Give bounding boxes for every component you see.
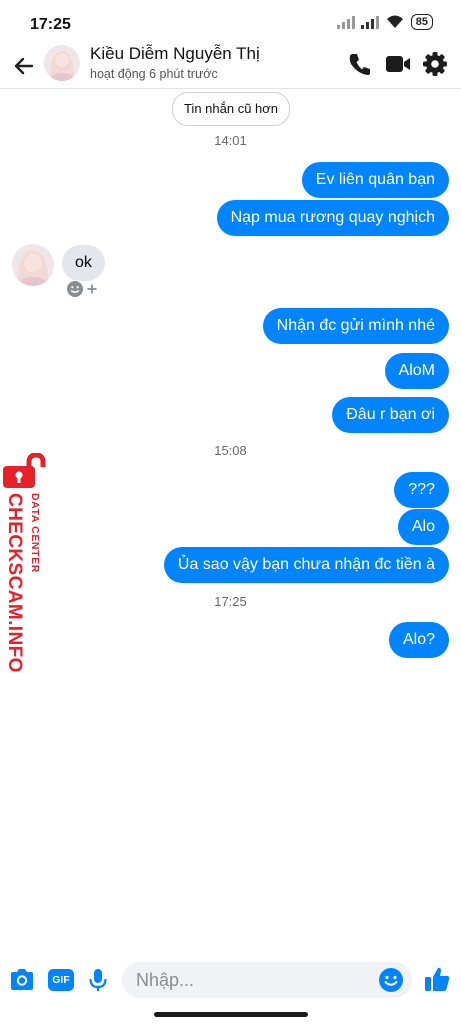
checkscam-watermark: DATA CENTER CHECKSCAM.INFO (2, 453, 50, 675)
outgoing-message[interactable]: ??? (394, 472, 449, 508)
timestamp: 14:01 (214, 133, 247, 148)
outgoing-message[interactable]: AloM (384, 353, 449, 389)
outgoing-message[interactable]: Nhận đc gửi mình nhé (262, 308, 449, 344)
sender-avatar[interactable] (12, 244, 54, 286)
wifi-icon (386, 15, 403, 28)
outgoing-message[interactable]: Đâu r bạn ơi (332, 397, 449, 433)
home-indicator (154, 1012, 308, 1017)
contact-avatar[interactable] (44, 45, 80, 81)
message-composer: GIF Nhập... (0, 956, 461, 1006)
signal-icon (336, 16, 355, 29)
plus-icon (87, 284, 97, 294)
back-arrow-icon[interactable] (10, 52, 38, 80)
chat-header: Kiều Diễm Nguyễn Thị hoạt động 6 phút tr… (0, 44, 461, 89)
camera-icon[interactable] (8, 966, 36, 994)
watermark-line2: CHECKSCAM.INFO (4, 493, 25, 673)
gif-button[interactable]: GIF (48, 969, 74, 991)
status-icons: 85 (336, 14, 433, 30)
phone-call-icon[interactable] (346, 50, 374, 78)
thumbs-up-icon[interactable] (422, 964, 452, 994)
contact-status: hoạt động 6 phút trước (90, 67, 218, 81)
status-time: 17:25 (30, 16, 71, 33)
video-call-icon[interactable] (384, 50, 412, 78)
outgoing-message[interactable]: Alo (397, 509, 449, 545)
smiley-icon (67, 281, 83, 297)
gear-icon[interactable] (421, 50, 449, 78)
messenger-chat-screen: 17:25 85 Kiều Diễm Nguyễn Thị hoạt động … (0, 0, 461, 1024)
status-bar: 17:25 85 (0, 0, 461, 48)
outgoing-message[interactable]: Ủa sao vậy bạn chưa nhận đc tiền à (163, 547, 449, 583)
message-input-placeholder: Nhập... (136, 970, 195, 990)
timestamp: 15:08 (214, 443, 247, 458)
timestamp: 17:25 (214, 594, 247, 609)
older-messages-button[interactable]: Tin nhắn cũ hơn (172, 92, 290, 126)
outgoing-message[interactable]: Alo? (388, 622, 449, 658)
microphone-icon[interactable] (84, 966, 112, 994)
add-reaction-button[interactable] (66, 280, 102, 298)
message-input[interactable]: Nhập... (122, 962, 412, 998)
outgoing-message[interactable]: Nạp mua rương quay nghịch (216, 200, 449, 236)
watermark-line1: DATA CENTER (29, 493, 41, 573)
outgoing-message[interactable]: Ev liên quân bạn (301, 162, 449, 198)
incoming-message[interactable]: ok (62, 245, 105, 281)
contact-name[interactable]: Kiều Diễm Nguyễn Thị (90, 44, 260, 64)
emoji-icon[interactable] (378, 967, 404, 993)
signal-icon-2 (360, 16, 379, 29)
battery-indicator: 85 (410, 14, 433, 30)
